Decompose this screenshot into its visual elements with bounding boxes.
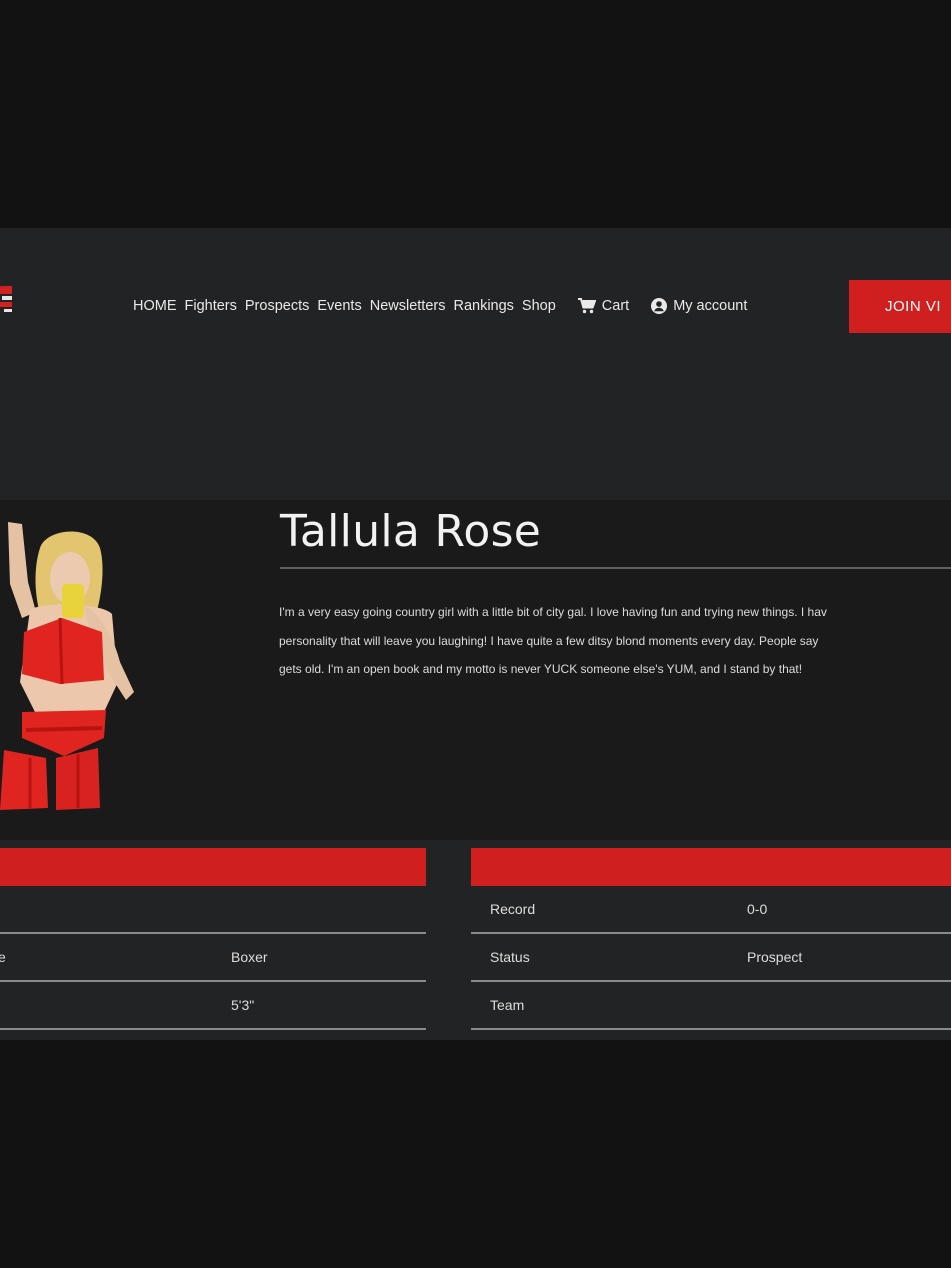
stats-row: Status Prospect: [471, 934, 951, 982]
stats-row: [0, 886, 426, 934]
fighter-photo: [0, 522, 140, 818]
stats-header-bar-left: [0, 848, 426, 886]
row-divider: [0, 1028, 426, 1030]
cart-label: Cart: [601, 298, 630, 314]
nav-newsletters[interactable]: Newsletters: [370, 298, 446, 314]
site-header: HOME Fighters Prospects Events Newslette…: [0, 228, 951, 378]
stat-value: 0-0: [747, 901, 768, 917]
main-nav: HOME Fighters Prospects Events Newslette…: [133, 296, 747, 316]
stats-row: Record 0-0: [471, 886, 951, 934]
nav-cart[interactable]: Cart: [577, 298, 630, 314]
bio-line: personality that will leave you laughing…: [279, 633, 819, 648]
stat-label: Team: [490, 997, 525, 1013]
stat-label: e: [0, 949, 6, 965]
nav-prospects[interactable]: Prospects: [245, 298, 309, 314]
stat-value: 5'3": [231, 997, 255, 1013]
account-icon: [651, 298, 668, 314]
stats-row: 5'3": [0, 982, 426, 1030]
stat-value: Prospect: [747, 949, 803, 965]
nav-fighters[interactable]: Fighters: [185, 298, 237, 314]
profile-section: Tallula Rose I'm a very easy going count…: [0, 500, 951, 840]
join-button[interactable]: JOIN VI: [849, 280, 951, 333]
stats-row: Team: [471, 982, 951, 1030]
fighter-stats: e Boxer 5'3" Record 0-0 Status Prospect …: [0, 846, 951, 1040]
nav-my-account[interactable]: My account: [651, 298, 747, 314]
video-letterbox-bottom: [0, 1040, 951, 1268]
account-label: My account: [673, 298, 748, 314]
stat-label: Status: [490, 949, 530, 965]
row-divider: [471, 1028, 951, 1030]
fighter-bio: I'm a very easy going country girl with …: [279, 598, 951, 684]
stats-header-bar-right: [471, 848, 951, 886]
bio-line: gets old. I'm an open book and my motto …: [279, 662, 803, 676]
name-divider: [280, 567, 951, 569]
bio-line: I'm a very easy going country girl with …: [279, 605, 827, 619]
fighter-name: Tallula Rose: [280, 506, 542, 557]
nav-home[interactable]: HOME: [133, 298, 177, 314]
stat-label: Record: [490, 901, 536, 917]
fighter-profile-page: HOME Fighters Prospects Events Newslette…: [0, 228, 951, 1040]
stat-value: Boxer: [231, 949, 268, 965]
site-logo[interactable]: [0, 282, 14, 314]
video-letterbox-top: [0, 0, 951, 228]
stats-row: e Boxer: [0, 934, 426, 982]
nav-shop[interactable]: Shop: [522, 298, 556, 314]
nav-events[interactable]: Events: [317, 298, 361, 314]
nav-rankings[interactable]: Rankings: [453, 298, 513, 314]
cart-icon: [577, 298, 596, 314]
